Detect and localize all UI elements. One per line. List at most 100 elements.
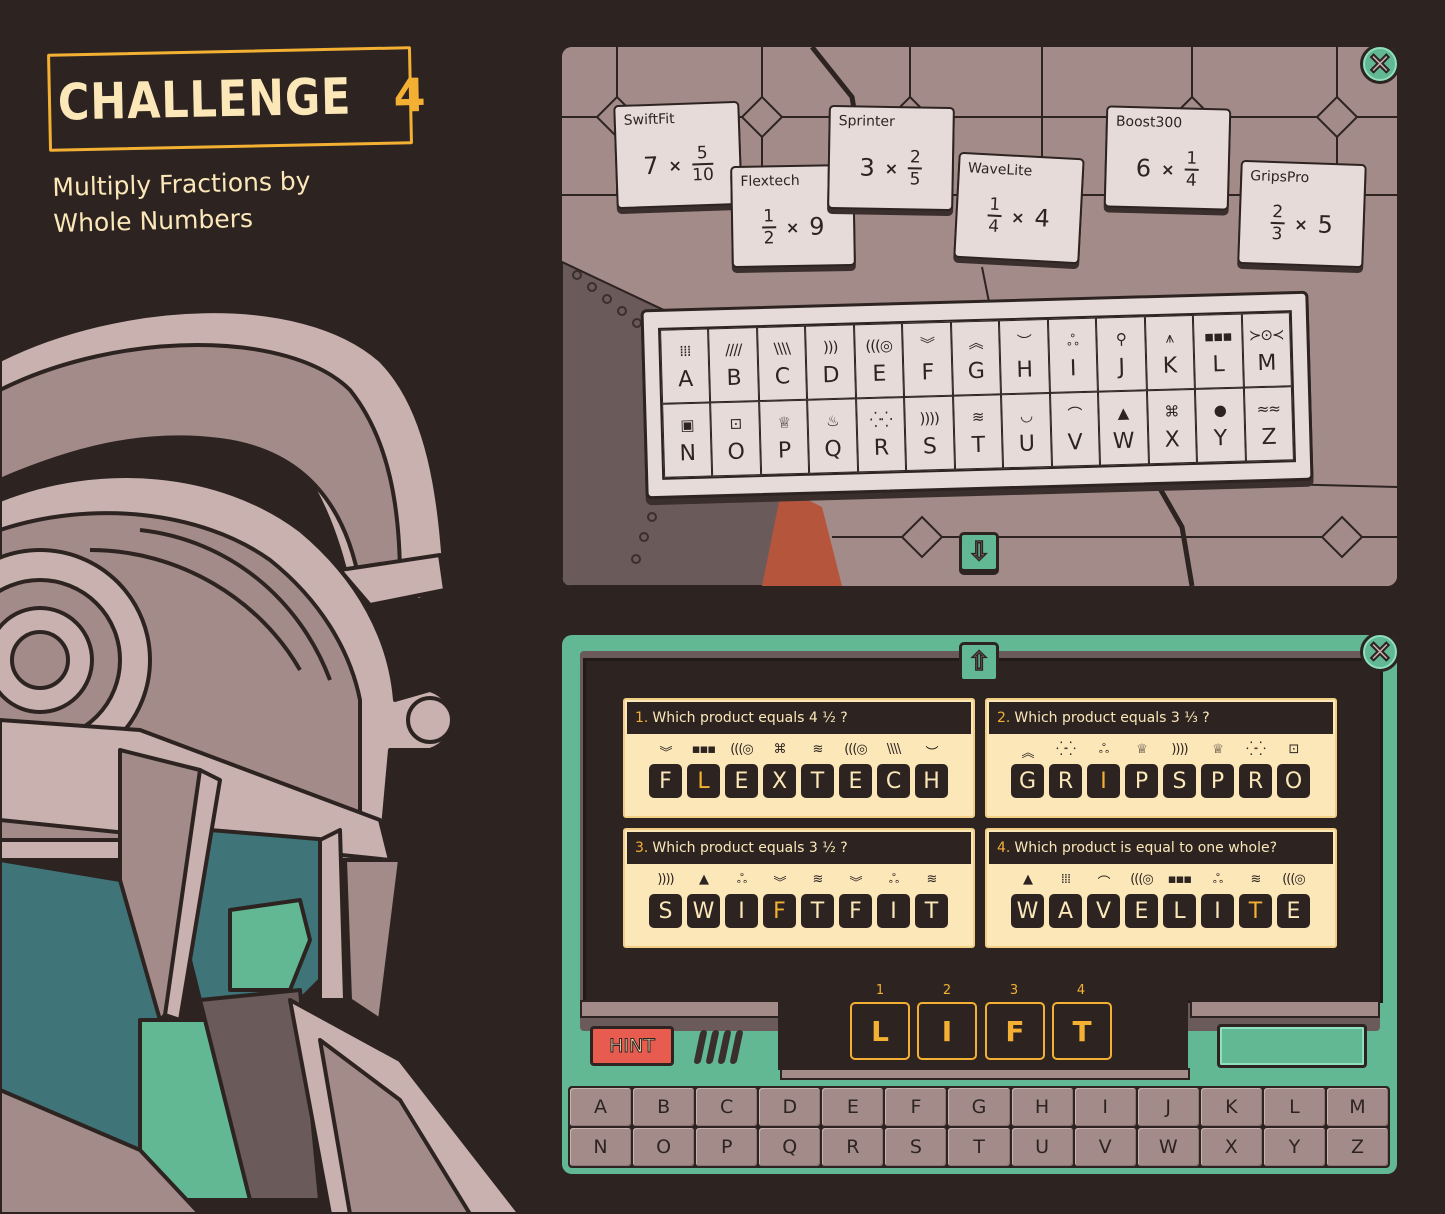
- letter-tile[interactable]: I: [1087, 764, 1120, 798]
- arrow-down-icon: ⇩: [967, 537, 990, 567]
- scroll-up-button[interactable]: ⇧: [959, 642, 999, 682]
- key-p[interactable]: P: [696, 1128, 758, 1166]
- legend-letter: J: [1118, 354, 1126, 380]
- letter-tile[interactable]: E: [1277, 894, 1310, 928]
- legend-letter: Q: [824, 436, 843, 462]
- letter-tile[interactable]: E: [1125, 894, 1158, 928]
- cipher-symbol-icon: ︶: [925, 746, 938, 761]
- key-w[interactable]: W: [1137, 1128, 1199, 1166]
- key-x[interactable]: X: [1200, 1128, 1262, 1166]
- legend-letter: U: [1018, 430, 1036, 457]
- letter-tile[interactable]: G: [1011, 764, 1044, 798]
- key-o[interactable]: O: [633, 1128, 695, 1166]
- cipher-symbol-icon: ♨: [825, 411, 839, 430]
- key-h[interactable]: H: [1011, 1088, 1073, 1126]
- letter-tile[interactable]: I: [1201, 894, 1234, 928]
- letter-tile[interactable]: T: [1239, 894, 1272, 928]
- key-a[interactable]: A: [570, 1088, 632, 1126]
- key-t[interactable]: T: [948, 1128, 1010, 1166]
- legend-letter: S: [922, 433, 938, 460]
- letter-tile[interactable]: F: [839, 894, 872, 928]
- answer-slot[interactable]: I: [917, 1002, 977, 1060]
- cipher-symbol-icon: ⌒: [1097, 876, 1110, 891]
- cipher-symbol-icon: ▲: [1023, 872, 1033, 887]
- whole-number: 4: [1033, 203, 1051, 233]
- key-e[interactable]: E: [822, 1088, 884, 1126]
- letter-tile[interactable]: R: [1239, 764, 1272, 798]
- legend-cell-c: \\\\ C: [756, 325, 808, 402]
- letter-tile[interactable]: L: [687, 764, 720, 798]
- cipher-symbol-icon: ≋: [1250, 872, 1262, 887]
- key-f[interactable]: F: [885, 1088, 947, 1126]
- product-card-gripspro[interactable]: GripsPro 23 × 5: [1237, 159, 1367, 269]
- letter-tile[interactable]: S: [649, 894, 682, 928]
- cipher-symbol-icon: ▪▪▪: [691, 742, 716, 757]
- key-k[interactable]: K: [1200, 1088, 1262, 1126]
- question-text: Which product equals 3 ⅓ ?: [1014, 710, 1210, 726]
- letter-tile[interactable]: V: [1087, 894, 1120, 928]
- letter-tile[interactable]: P: [1201, 764, 1234, 798]
- letter-tile[interactable]: I: [877, 894, 910, 928]
- key-r[interactable]: R: [822, 1128, 884, 1166]
- legend-letter: K: [1162, 352, 1178, 379]
- product-card-sprinter[interactable]: Sprinter 3 × 25: [827, 104, 955, 212]
- close-bottom-panel-button[interactable]: ×: [1360, 632, 1400, 672]
- question-header: 1. Which product equals 4 ½ ?: [627, 702, 971, 734]
- close-top-panel-button[interactable]: ×: [1360, 44, 1400, 84]
- key-j[interactable]: J: [1137, 1088, 1199, 1126]
- letter-tile[interactable]: I: [725, 894, 758, 928]
- key-i[interactable]: I: [1074, 1088, 1136, 1126]
- letter-tile[interactable]: X: [763, 764, 796, 798]
- letter-tile[interactable]: C: [877, 764, 910, 798]
- key-d[interactable]: D: [759, 1088, 821, 1126]
- key-z[interactable]: Z: [1326, 1128, 1388, 1166]
- legend-letter: A: [677, 366, 694, 392]
- letter-tile[interactable]: O: [1277, 764, 1310, 798]
- legend-cell-j: ⚲ J: [1096, 316, 1147, 392]
- letter-tile[interactable]: S: [1163, 764, 1196, 798]
- key-l[interactable]: L: [1263, 1088, 1325, 1126]
- letter-tile[interactable]: T: [801, 764, 834, 798]
- key-b[interactable]: B: [633, 1088, 695, 1126]
- answer-slot[interactable]: L: [850, 1002, 910, 1060]
- key-m[interactable]: M: [1326, 1088, 1388, 1126]
- legend-cell-u: ◡ U: [1001, 392, 1052, 469]
- scroll-down-button[interactable]: ⇩: [959, 532, 999, 572]
- key-c[interactable]: C: [696, 1088, 758, 1126]
- key-q[interactable]: Q: [759, 1128, 821, 1166]
- letter-tile[interactable]: T: [801, 894, 834, 928]
- legend-cell-a: ⁞⁞⁞ A: [660, 328, 711, 404]
- letter-tile[interactable]: F: [763, 894, 796, 928]
- key-s[interactable]: S: [885, 1128, 947, 1166]
- key-y[interactable]: Y: [1263, 1128, 1325, 1166]
- cipher-symbol-icon: ︾: [919, 334, 935, 354]
- letter-tile[interactable]: W: [687, 894, 720, 928]
- key-g[interactable]: G: [948, 1088, 1010, 1126]
- key-u[interactable]: U: [1011, 1128, 1073, 1166]
- letter-tile[interactable]: E: [839, 764, 872, 798]
- product-card-swiftfit[interactable]: SwiftFit 7 × 5 10: [613, 100, 743, 210]
- question-text: Which product is equal to one whole?: [1014, 840, 1278, 856]
- letter-tile[interactable]: H: [915, 764, 948, 798]
- letter-tile[interactable]: T: [915, 894, 948, 928]
- letter-tile[interactable]: R: [1049, 764, 1082, 798]
- question-number: 3.: [635, 840, 649, 856]
- letter-tile[interactable]: E: [725, 764, 758, 798]
- hint-button[interactable]: HINT: [590, 1026, 674, 1066]
- card-name: Sprinter: [838, 113, 895, 131]
- key-n[interactable]: N: [570, 1128, 632, 1166]
- letter-tile[interactable]: A: [1049, 894, 1082, 928]
- key-v[interactable]: V: [1074, 1128, 1136, 1166]
- answer-slot[interactable]: F: [985, 1002, 1045, 1060]
- letter-tile[interactable]: F: [649, 764, 682, 798]
- challenge-subtitle: Multiply Fractions by Whole Numbers: [52, 166, 311, 238]
- product-card-boost300[interactable]: Boost300 6 × 14: [1103, 105, 1232, 211]
- letter-tile[interactable]: W: [1011, 894, 1044, 928]
- answer-slot[interactable]: T: [1052, 1002, 1112, 1060]
- product-card-wavelite[interactable]: WaveLite 14 × 4: [953, 151, 1085, 265]
- answer-slot-number: 2: [942, 983, 952, 998]
- left-ledge: [580, 1000, 780, 1018]
- letter-tile[interactable]: L: [1163, 894, 1196, 928]
- letter-tile[interactable]: P: [1125, 764, 1158, 798]
- card-name: Boost300: [1115, 113, 1183, 132]
